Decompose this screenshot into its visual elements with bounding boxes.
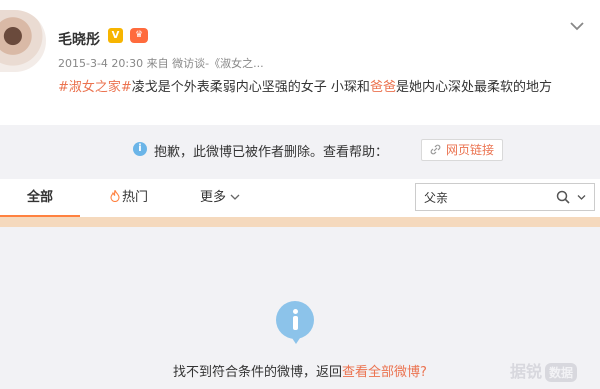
post-content: #淑女之家#凌戈是个外表柔弱内心坚强的女子 小琛和爸爸是她内心深处最柔软的地方 xyxy=(58,76,588,100)
view-all-link[interactable]: 查看全部微博? xyxy=(342,365,427,380)
vip-crown-icon[interactable]: ♛ xyxy=(130,28,148,43)
post-meta[interactable]: 2015-3-4 20:30 来自 微访谈-《淑女之... xyxy=(58,55,264,71)
search-options-chevron-icon[interactable] xyxy=(577,194,586,201)
chevron-down-icon[interactable] xyxy=(568,17,586,35)
deleted-notice-text: 抱歉，此微博已被作者删除。查看帮助： xyxy=(154,145,389,160)
post-text: 凌戈是个外表柔弱内心坚强的女子 小琛和 xyxy=(131,80,370,95)
search-input[interactable] xyxy=(416,184,554,210)
info-icon: i xyxy=(133,142,147,156)
search-box xyxy=(415,183,595,211)
web-link-label: 网页链接 xyxy=(446,143,495,157)
verified-badge-icon[interactable]: V xyxy=(108,28,123,43)
post-text-end: 是她内心深处最柔软的地方 xyxy=(395,80,552,95)
tab-divider xyxy=(0,217,600,227)
chevron-down-icon xyxy=(230,194,240,200)
tab-all[interactable]: 全部 xyxy=(0,179,80,217)
watermark-logo: 据锐 数据 xyxy=(510,358,578,382)
web-link-button[interactable]: 网页链接 xyxy=(421,139,504,161)
tab-more-label: 更多 xyxy=(200,190,227,205)
tab-hot[interactable]: 热门 xyxy=(110,179,148,217)
link-icon xyxy=(430,144,441,155)
highlight-keyword: 爸爸 xyxy=(369,80,396,95)
topic-tag-link[interactable]: #淑女之家# xyxy=(58,80,132,95)
info-bubble-icon xyxy=(276,301,314,344)
search-icon[interactable] xyxy=(556,190,570,204)
author-name[interactable]: 毛晓彤 xyxy=(58,29,100,49)
fire-icon xyxy=(110,190,120,202)
empty-state-message: 找不到符合条件的微博，返回 xyxy=(173,365,343,380)
tab-more-dropdown[interactable]: 更多 xyxy=(200,179,240,217)
tab-hot-label: 热门 xyxy=(122,190,149,205)
